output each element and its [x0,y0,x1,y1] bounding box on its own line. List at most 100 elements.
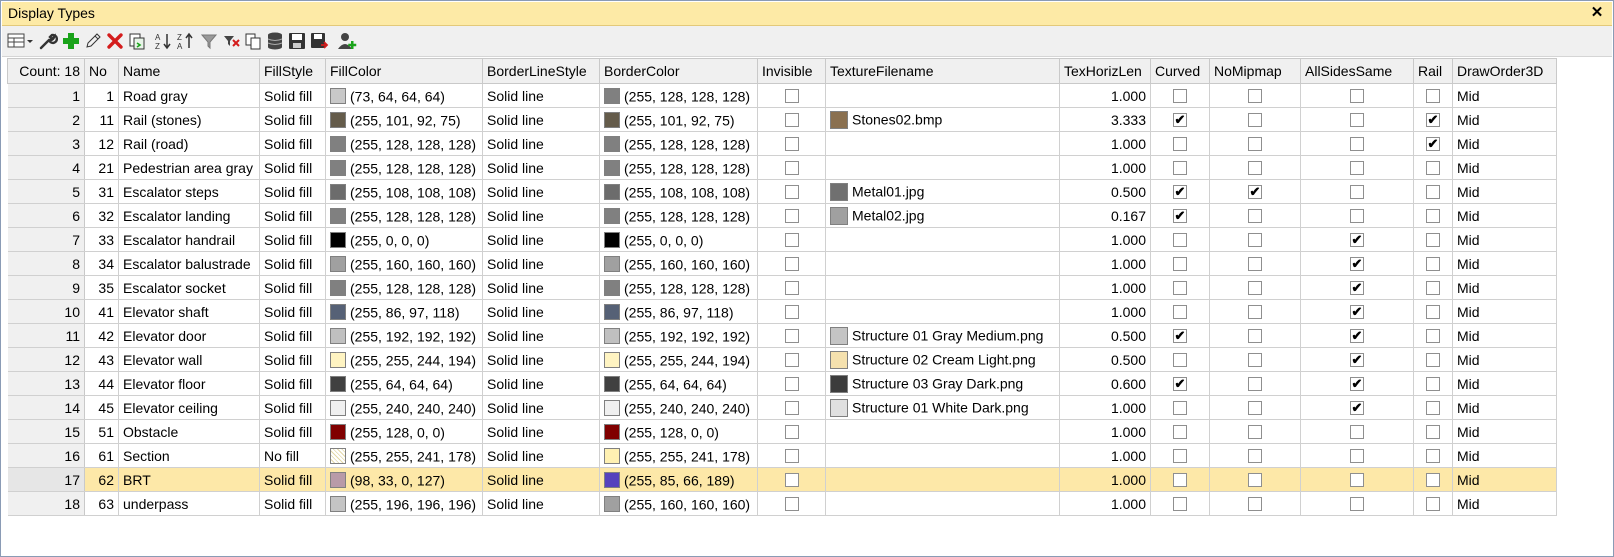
cell-texhorizlen[interactable]: 1.000 [1059,467,1151,492]
rail-checkbox[interactable] [1426,256,1440,271]
cell-borderlinestyle[interactable]: Solid line [482,107,600,132]
cell-texhorizlen[interactable]: 1.000 [1059,251,1151,276]
allsidessame-checkbox[interactable] [1350,472,1364,487]
nomipmap-checkbox[interactable] [1248,160,1262,175]
curved-checkbox[interactable] [1173,304,1187,319]
row-index[interactable]: 6 [7,203,85,228]
cell-fillcolor[interactable]: (255, 128, 128, 128) [325,155,483,180]
cell-texhorizlen[interactable]: 1.000 [1059,275,1151,300]
cell-fillcolor[interactable]: (255, 128, 128, 128) [325,275,483,300]
cell-bordercolor[interactable]: (255, 128, 128, 128) [599,155,758,180]
cell-bordercolor[interactable]: (255, 160, 160, 160) [599,491,758,516]
table-row[interactable]: 15 51 Obstacle Solid fill (255, 128, 0, 0) So… [7,419,1557,444]
cell-bordercolor[interactable]: (255, 128, 128, 128) [599,203,758,228]
save-as-icon[interactable] [308,30,330,52]
curved-checkbox[interactable] [1173,400,1187,415]
invisible-checkbox[interactable] [784,88,799,103]
rail-checkbox[interactable] [1426,496,1440,511]
table-row[interactable]: 7 33 Escalator handrail Solid fill (255, 0, … [7,227,1557,252]
cell-texhorizlen[interactable]: 1.000 [1059,491,1151,516]
table-row[interactable]: 5 31 Escalator steps Solid fill (255, 108, 1… [7,179,1557,204]
row-index[interactable]: 2 [7,107,85,132]
cell-borderlinestyle[interactable]: Solid line [482,275,600,300]
cell-name[interactable]: Section [118,443,260,468]
curved-checkbox[interactable] [1173,352,1187,367]
cell-texhorizlen[interactable]: 1.000 [1059,299,1151,324]
column-header-nomipmap[interactable]: NoMipmap [1209,58,1301,84]
cell-texturefilename[interactable]: Structure 01 White Dark.png [825,395,1060,420]
cell-fillstyle[interactable]: Solid fill [259,83,326,108]
allsidessame-checkbox[interactable] [1350,424,1364,439]
cell-fillcolor[interactable]: (98, 33, 0, 127) [325,467,483,492]
cell-texturefilename[interactable] [825,83,1060,108]
cell-fillcolor[interactable]: (255, 128, 128, 128) [325,131,483,156]
curved-checkbox[interactable] [1173,448,1187,463]
nomipmap-checkbox[interactable] [1248,280,1262,295]
cell-draworder3d[interactable]: Mid [1452,419,1557,444]
cell-fillcolor[interactable]: (255, 101, 92, 75) [325,107,483,132]
cell-texhorizlen[interactable]: 1.000 [1059,395,1151,420]
curved-checkbox[interactable]: ✔ [1173,184,1187,199]
invisible-checkbox[interactable] [784,424,799,439]
column-header-fillstyle[interactable]: FillStyle [259,58,326,84]
row-index[interactable]: 15 [7,419,85,444]
nomipmap-checkbox[interactable] [1248,112,1262,127]
curved-checkbox[interactable] [1173,136,1187,151]
delete-icon[interactable] [104,30,126,52]
cell-fillstyle[interactable]: Solid fill [259,203,326,228]
row-index[interactable]: 14 [7,395,85,420]
cell-draworder3d[interactable]: Mid [1452,299,1557,324]
cell-bordercolor[interactable]: (255, 160, 160, 160) [599,251,758,276]
cell-texturefilename[interactable] [825,275,1060,300]
cell-fillstyle[interactable]: Solid fill [259,419,326,444]
cell-texturefilename[interactable]: Structure 03 Gray Dark.png [825,371,1060,396]
cell-texhorizlen[interactable]: 0.500 [1059,347,1151,372]
cell-bordercolor[interactable]: (255, 255, 241, 178) [599,443,758,468]
rail-checkbox[interactable] [1426,184,1440,199]
cell-borderlinestyle[interactable]: Solid line [482,491,600,516]
cell-bordercolor[interactable]: (255, 128, 0, 0) [599,419,758,444]
invisible-checkbox[interactable] [784,184,799,199]
cell-borderlinestyle[interactable]: Solid line [482,251,600,276]
add-icon[interactable] [60,30,82,52]
table-row[interactable]: 14 45 Elevator ceiling Solid fill (255, 240,… [7,395,1557,420]
allsidessame-checkbox[interactable] [1350,184,1364,199]
cell-borderlinestyle[interactable]: Solid line [482,203,600,228]
nomipmap-checkbox[interactable] [1248,232,1262,247]
table-row[interactable]: 18 63 underpass Solid fill (255, 196, 196, 1… [7,491,1557,516]
curved-checkbox[interactable]: ✔ [1173,328,1187,343]
curved-checkbox[interactable] [1173,160,1187,175]
cell-fillstyle[interactable]: No fill [259,443,326,468]
cell-draworder3d[interactable]: Mid [1452,275,1557,300]
clear-filter-icon[interactable] [198,30,220,52]
invisible-checkbox[interactable] [784,256,799,271]
table-row[interactable]: 16 61 Section No fill (255, 255, 241, 178) So… [7,443,1557,468]
cell-name[interactable]: Elevator door [118,323,260,348]
cell-texturefilename[interactable]: Metal01.jpg [825,179,1060,204]
cell-texturefilename[interactable] [825,419,1060,444]
close-button[interactable]: ✕ [1588,4,1606,22]
row-index[interactable]: 1 [7,83,85,108]
curved-checkbox[interactable] [1173,424,1187,439]
cell-bordercolor[interactable]: (255, 101, 92, 75) [599,107,758,132]
cell-fillstyle[interactable]: Solid fill [259,275,326,300]
table-row[interactable]: 13 44 Elevator floor Solid fill (255, 64, 64… [7,371,1557,396]
curved-checkbox[interactable]: ✔ [1173,376,1187,391]
cell-no[interactable]: 44 [84,371,119,396]
cell-name[interactable]: Road gray [118,83,260,108]
copy-icon[interactable] [242,30,264,52]
edit-pencil-icon[interactable] [82,30,104,52]
cell-texhorizlen[interactable]: 1.000 [1059,443,1151,468]
cell-fillstyle[interactable]: Solid fill [259,107,326,132]
row-index[interactable]: 7 [7,227,85,252]
curved-checkbox[interactable]: ✔ [1173,112,1187,127]
cell-name[interactable]: Escalator steps [118,179,260,204]
cell-bordercolor[interactable]: (255, 255, 244, 194) [599,347,758,372]
invisible-checkbox[interactable] [784,400,799,415]
table-row[interactable]: 11 42 Elevator door Solid fill (255, 192, 19… [7,323,1557,348]
allsidessame-checkbox[interactable]: ✔ [1350,400,1364,415]
cell-fillstyle[interactable]: Solid fill [259,347,326,372]
column-header-borderlinestyle[interactable]: BorderLineStyle [482,58,600,84]
cell-no[interactable]: 33 [84,227,119,252]
allsidessame-checkbox[interactable] [1350,208,1364,223]
